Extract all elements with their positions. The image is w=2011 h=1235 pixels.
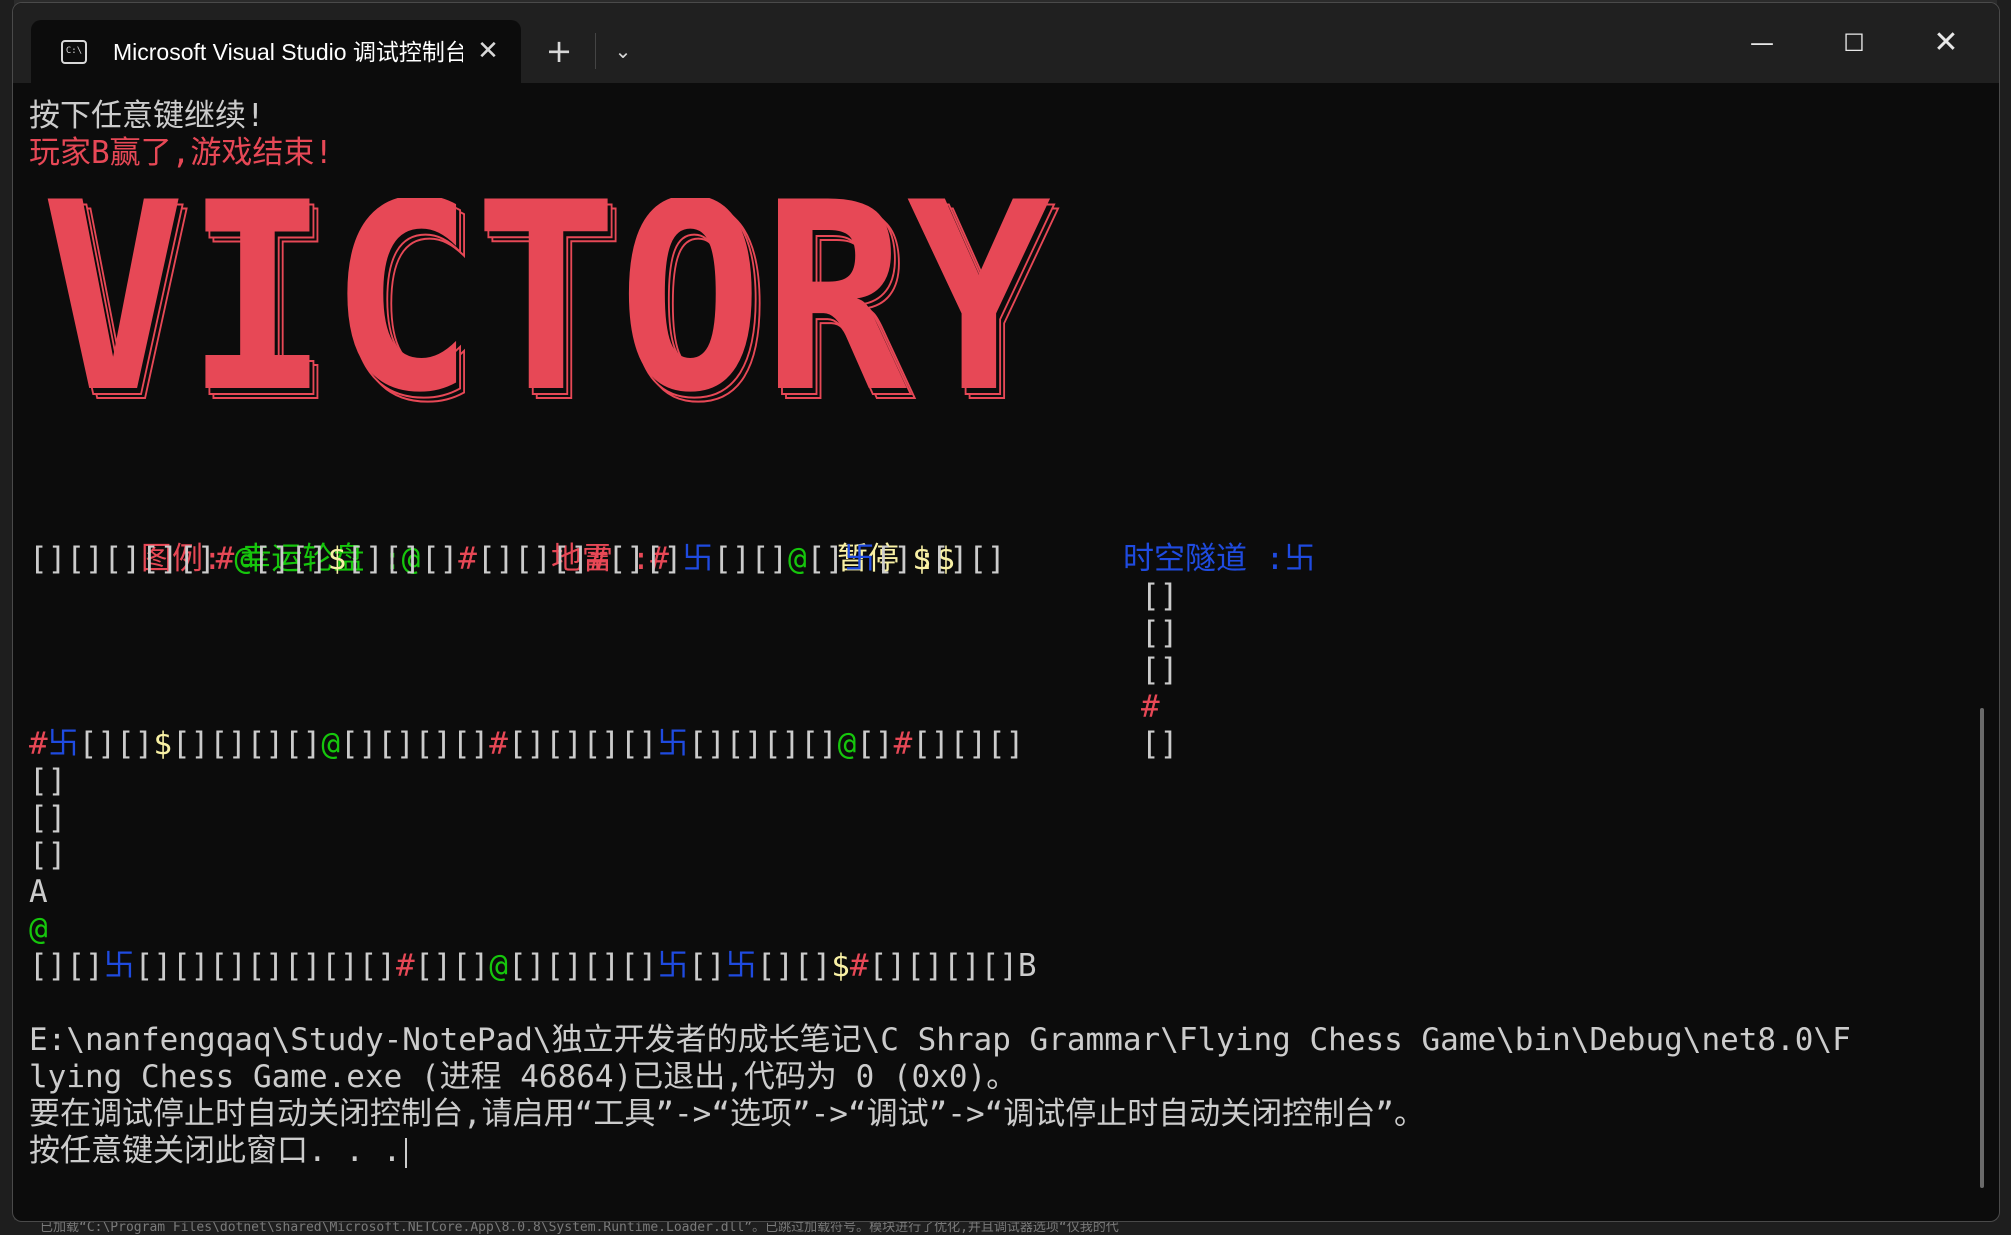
lucky-wheel-cell: @ (321, 726, 340, 762)
mine-cell: # (395, 948, 415, 984)
board-row-middle: #卐[][]$[][][][]@[][][][]#[][][][]卐[][][]… (29, 726, 1024, 763)
exit-code-line: lying Chess Game.exe (进程 46864)已退出,代码为 0… (29, 1059, 1018, 1095)
pause-cell: $ (153, 726, 172, 762)
board-cells: [] (856, 726, 894, 762)
board-cells: [][][] (476, 541, 589, 577)
board-row-top: [][][][][]#@[][]$[][][]#[][][]#[][]卐[][]… (29, 541, 1006, 578)
victory-text: VICTORY (41, 198, 1053, 418)
mine-cell: # (29, 726, 48, 762)
board-cells: [] (806, 541, 844, 577)
board-cells: [] (29, 800, 67, 836)
continue-prompt: 按下任意键继续! (29, 98, 265, 134)
tab-divider (595, 33, 596, 69)
lucky-wheel-cell: @ (837, 726, 857, 762)
close-window-prompt: 按任意键关闭此窗口. . . (29, 1133, 408, 1170)
vertical-scrollbar[interactable] (1980, 708, 1984, 1188)
board-cells: [][] (29, 948, 104, 984)
pause-cell: $ (912, 541, 931, 577)
player-position: A (29, 874, 48, 910)
mine-cell: # (1141, 689, 1160, 725)
board-cells: [][] (78, 726, 154, 762)
maximize-button[interactable]: ☐ (1831, 23, 1877, 63)
board-row-bottom: [][]卐[][][][][][][]#[][]@[][][][]卐[]卐[][… (29, 948, 1037, 985)
board-cells: [] (874, 541, 913, 577)
text-cursor (405, 1137, 408, 1168)
victory-banner: VICTORY VICTORY VICTORY (41, 198, 1062, 418)
background-output-text: 已加载“C:\Program Files\dotnet\shared\Micro… (0, 1220, 2011, 1235)
board-cells: [][][][] (688, 726, 838, 762)
mine-cell: # (489, 726, 508, 762)
console-icon: C:\ (61, 40, 87, 64)
title-bar[interactable]: C:\ Microsoft Visual Studio 调试控制台 ✕ + ⌄ … (13, 3, 1999, 83)
mine-cell: # (849, 948, 869, 984)
board-cells: [][] (414, 948, 490, 984)
player-position: [][][][]B (868, 948, 1037, 984)
new-tab-button[interactable]: + (539, 31, 579, 71)
mine-cell: # (458, 541, 477, 577)
time-tunnel-cell: 卐 (103, 948, 135, 984)
board-cells: [] (1141, 652, 1179, 688)
legend-time-tunnel: 时空隧道 :卐 (1122, 541, 1316, 577)
chevron-down-icon[interactable]: ⌄ (605, 31, 641, 71)
time-tunnel-cell: 卐 (657, 726, 689, 762)
pause-cell: $ (327, 541, 347, 577)
mine-cell: # (215, 541, 235, 577)
lucky-wheel-cell: @ (29, 911, 48, 947)
lucky-wheel-cell: @ (787, 541, 807, 577)
board-cells: [][] (930, 541, 1006, 577)
tab-title: Microsoft Visual Studio 调试控制台 (113, 39, 463, 65)
tab-debug-console[interactable]: C:\ Microsoft Visual Studio 调试控制台 ✕ (31, 20, 521, 83)
board-cells: [] (1141, 726, 1179, 762)
board-cells: [] (29, 763, 67, 799)
board-cells: [][][][] (507, 948, 658, 984)
terminal-window: C:\ Microsoft Visual Studio 调试控制台 ✕ + ⌄ … (12, 2, 2000, 1222)
board-cells: [][] (756, 948, 832, 984)
pause-cell: $ (831, 948, 850, 984)
close-tab-icon[interactable]: ✕ (471, 34, 505, 68)
time-tunnel-cell: 卐 (47, 726, 79, 762)
time-tunnel-cell: 卐 (682, 541, 714, 577)
board-cells: [][] (252, 541, 328, 577)
board-cells: [][][][] (172, 726, 322, 762)
board-cells: [][][][][] (29, 541, 216, 577)
board-cells: [] (1141, 615, 1179, 651)
time-tunnel-cell: 卐 (843, 541, 875, 577)
lucky-wheel-cell: @ (489, 948, 508, 984)
board-cells: [][][][] (339, 726, 490, 762)
board-cells: [][][][][][][] (134, 948, 396, 984)
board-cells: [][] (713, 541, 788, 577)
mine-cell: # (588, 541, 608, 577)
minimize-button[interactable]: — (1739, 23, 1785, 63)
board-cells: [][] (607, 541, 683, 577)
board-cells: [][][][] (507, 726, 658, 762)
board-cells: [] (688, 948, 726, 984)
time-tunnel-cell: 卐 (657, 948, 689, 984)
legend: 图例: 幸运轮盘 :@ 地雷 :# 暂停 :$ 时空隧道 :卐 (29, 504, 1315, 577)
console-output[interactable]: 按下任意键继续! 玩家B赢了,游戏结束! VICTORY VICTORY VIC… (29, 98, 1969, 1208)
board-cells: [] (1141, 578, 1179, 614)
mine-cell: # (893, 726, 913, 762)
close-window-button[interactable]: ✕ (1923, 23, 1969, 63)
board-cells: [][][] (346, 541, 459, 577)
board-cells: [][][] (912, 726, 1025, 762)
board-cells: [] (29, 837, 67, 873)
lucky-wheel-cell: @ (234, 541, 253, 577)
close-window-prompt-text: 按任意键关闭此窗口. . . (29, 1133, 402, 1169)
time-tunnel-cell: 卐 (725, 948, 757, 984)
exit-path-line: E:\nanfengqaq\Study-NotePad\独立开发者的成长笔记\C… (29, 1022, 1851, 1058)
auto-close-hint: 要在调试停止时自动关闭控制台,请启用“工具”->“选项”->“调试”->“调试停… (29, 1096, 1425, 1132)
winner-message: 玩家B赢了,游戏结束! (29, 135, 333, 171)
